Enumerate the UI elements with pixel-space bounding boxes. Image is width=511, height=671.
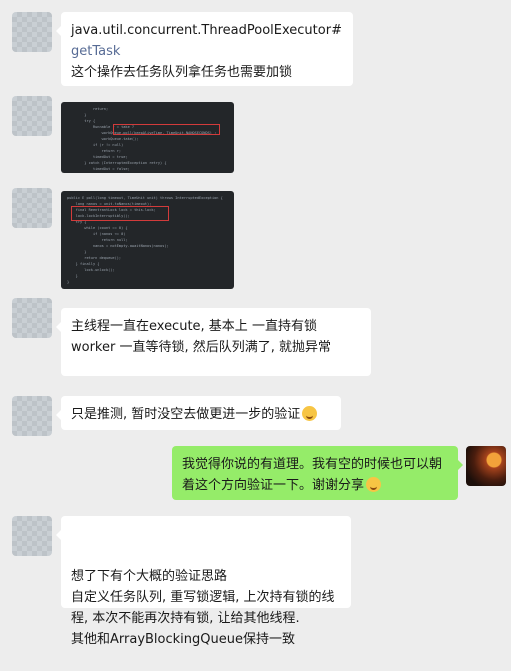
grin-sweat-emoji-icon: [302, 406, 318, 421]
message-bubble[interactable]: 只是推测, 暂时没空去做更进一步的验证: [56, 396, 341, 430]
avatar[interactable]: [12, 12, 52, 52]
message-bubble[interactable]: 主线程一直在execute, 基本上 一直持有锁 worker 一直等待锁, 然…: [56, 308, 371, 376]
avatar[interactable]: [12, 396, 52, 436]
message-text: 主线程一直在execute, 基本上 一直持有锁 worker 一直等待锁, 然…: [71, 319, 332, 355]
message-bubble[interactable]: 想了下有个大概的验证思路 自定义任务队列, 重写锁逻辑, 上次持有锁的线程, 本…: [56, 516, 351, 647]
avatar[interactable]: [12, 298, 52, 338]
avatar[interactable]: [12, 188, 52, 228]
highlight-box: [71, 206, 169, 221]
code-screenshot-image[interactable]: public E poll(long timeout, TimeUnit uni…: [61, 191, 234, 289]
avatar[interactable]: [12, 516, 52, 556]
message-text: 我觉得你说的有道理。我有空的时候也可以朝着这个方向验证一下。谢谢分享: [182, 457, 443, 493]
highlight-box: [113, 124, 220, 135]
message-link[interactable]: getTask: [71, 41, 343, 62]
avatar-self[interactable]: [466, 446, 506, 486]
code-screenshot-image[interactable]: return; } try { Runnable r = take ? work…: [61, 102, 234, 173]
message-line-1: java.util.concurrent.ThreadPoolExecutor#: [71, 23, 342, 38]
message-bubble-self[interactable]: 我觉得你说的有道理。我有空的时候也可以朝着这个方向验证一下。谢谢分享: [172, 446, 463, 500]
heart-eyes-emoji-icon: [366, 477, 382, 492]
message-line-3: 这个操作去任务队列拿任务也需要加锁: [71, 65, 293, 80]
message-text: 想了下有个大概的验证思路 自定义任务队列, 重写锁逻辑, 上次持有锁的线程, 本…: [71, 569, 335, 647]
message-text: 只是推测, 暂时没空去做更进一步的验证: [71, 407, 301, 422]
message-bubble[interactable]: java.util.concurrent.ThreadPoolExecutor#…: [56, 12, 353, 86]
avatar[interactable]: [12, 96, 52, 136]
